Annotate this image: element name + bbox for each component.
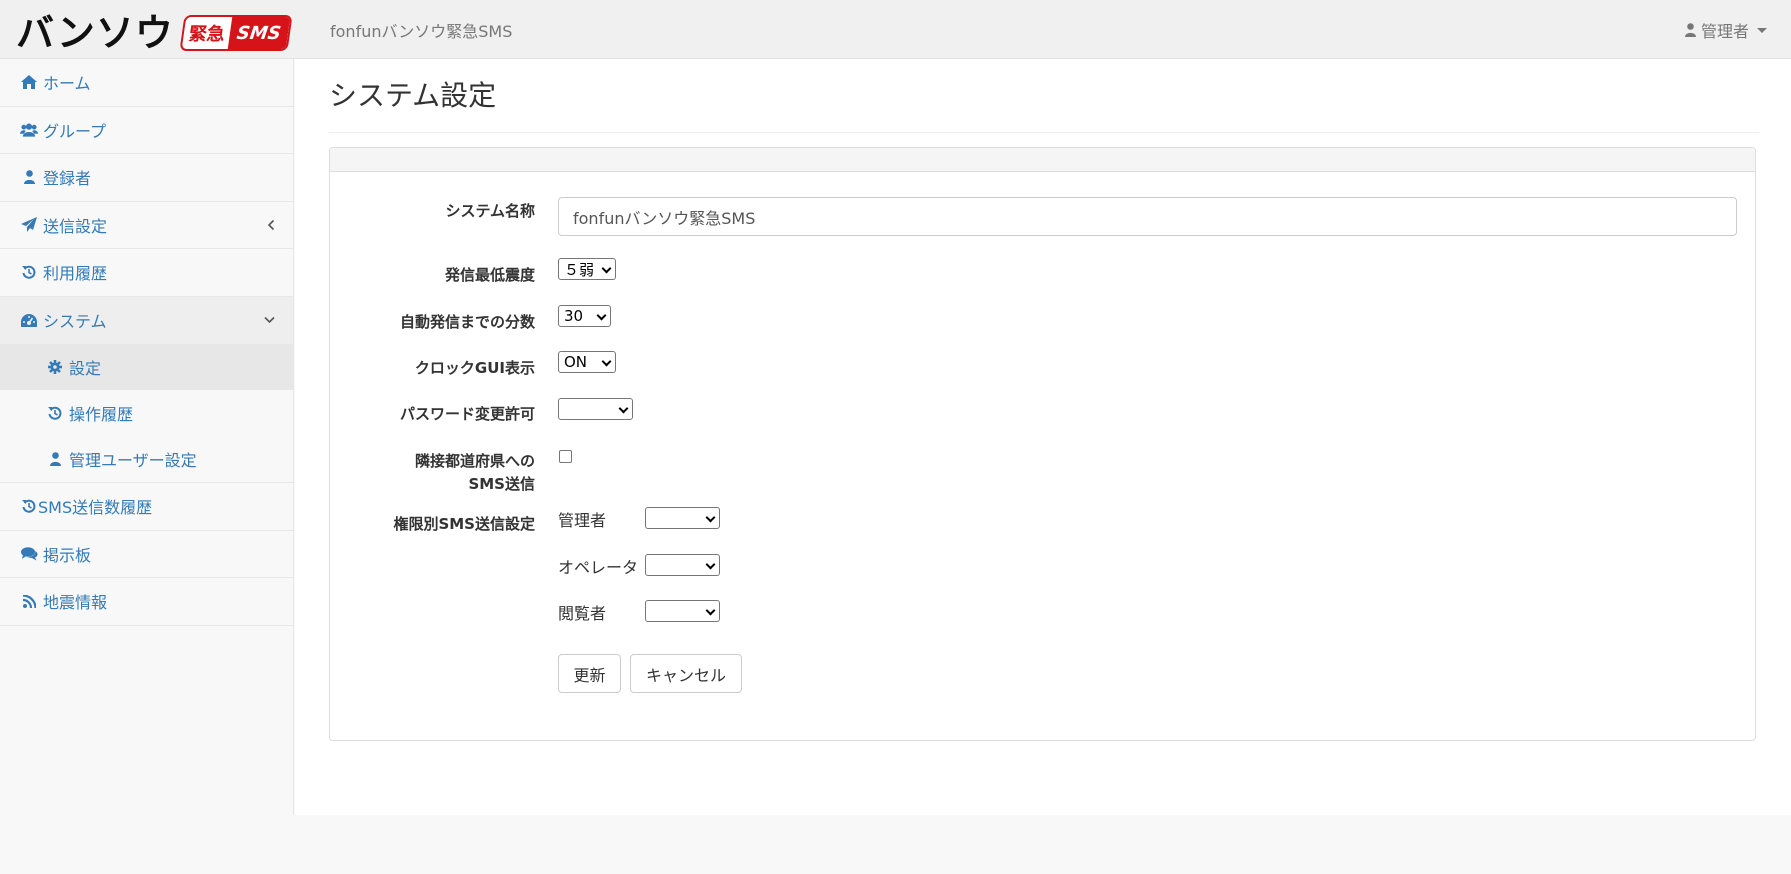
- sidebar-subitem-settings[interactable]: 設定: [0, 344, 293, 390]
- min-intensity-select[interactable]: ５弱: [558, 258, 616, 280]
- sidebar-item-label: システム: [43, 312, 107, 332]
- adjacent-sms-label-line2: SMS送信: [468, 475, 535, 493]
- password-change-select[interactable]: [558, 398, 633, 420]
- chevron-down-icon: [264, 316, 275, 324]
- sidebar-item-usage-history[interactable]: 利用履歴: [0, 249, 293, 297]
- user-icon: [20, 170, 38, 185]
- user-icon: [47, 452, 63, 466]
- sidebar-item-bulletin-board[interactable]: 掲示板: [0, 531, 293, 578]
- update-button[interactable]: 更新: [558, 654, 621, 693]
- sidebar-subitem-label: 設定: [69, 359, 102, 378]
- clock-gui-select[interactable]: ON: [558, 351, 616, 373]
- min-intensity-label: 発信最低震度: [444, 266, 535, 284]
- comments-icon: [20, 546, 38, 561]
- home-icon: [20, 75, 38, 90]
- chevron-down-icon: [705, 605, 716, 616]
- sidebar-item-label: 登録者: [43, 169, 92, 189]
- sidebar-item-label: 送信設定: [43, 216, 108, 236]
- sidebar-item-system[interactable]: システム: [0, 296, 293, 344]
- user-menu[interactable]: 管理者: [1684, 18, 1767, 42]
- cancel-button[interactable]: キャンセル: [630, 654, 742, 693]
- top-navbar: バンソウ 緊急 SMS fonfunバンソウ緊急SMS 管理者: [0, 0, 1791, 59]
- chevron-down-icon: [601, 356, 612, 367]
- history-icon: [47, 406, 63, 420]
- page-title: システム設定: [329, 79, 497, 112]
- chevron-down-icon: [705, 512, 716, 523]
- auto-minutes-select[interactable]: 30: [558, 305, 611, 327]
- role-operator-label: オペレータ: [558, 558, 639, 577]
- sidebar-subitem-label: 管理ユーザー設定: [69, 451, 197, 470]
- role-admin-select[interactable]: [645, 507, 720, 529]
- chevron-down-icon: [1757, 27, 1767, 33]
- role-viewer-label: 閲覧者: [558, 604, 607, 623]
- sidebar-item-groups[interactable]: グループ: [0, 107, 293, 154]
- chevron-down-icon: [601, 263, 612, 274]
- sidebar-item-label: ホーム: [43, 74, 91, 94]
- sidebar-item-label: SMS送信数履歴: [38, 498, 153, 518]
- sidebar-item-earthquake-info[interactable]: 地震情報: [0, 578, 293, 626]
- sidebar-item-sms-count-history[interactable]: SMS送信数履歴: [0, 483, 293, 531]
- adjacent-sms-checkbox[interactable]: [559, 450, 572, 463]
- history-icon: [20, 499, 38, 513]
- settings-panel: システム名称 fonfunバンソウ緊急SMS 発信最低震度 ５弱 自動発信までの…: [329, 147, 1756, 741]
- sidebar-item-label: 地震情報: [43, 593, 108, 613]
- history-icon: [20, 265, 38, 279]
- sidebar-item-label: グループ: [43, 121, 107, 141]
- sidebar-item-home[interactable]: ホーム: [0, 59, 293, 107]
- chevron-down-icon: [705, 559, 716, 570]
- chevron-left-icon: [267, 219, 275, 230]
- select-value: ５弱: [564, 260, 595, 279]
- rss-icon: [20, 594, 38, 608]
- select-value: 30: [564, 307, 584, 325]
- app-title[interactable]: fonfunバンソウ緊急SMS: [330, 18, 512, 42]
- select-value: ON: [564, 353, 588, 371]
- main-content: システム設定 システム名称 fonfunバンソウ緊急SMS 発信最低震度 ５弱 …: [295, 59, 1791, 815]
- sidebar: ホーム グループ 登録者 送信設定 利用履歴 システム 設定 操作履歴 管理ユー…: [0, 59, 294, 815]
- gear-icon: [47, 360, 63, 374]
- page-header: システム設定: [329, 69, 1759, 133]
- sidebar-subitem-label: 操作履歴: [69, 405, 134, 424]
- password-change-label: パスワード変更許可: [399, 405, 535, 423]
- user-name: 管理者: [1700, 22, 1749, 41]
- adjacent-sms-label: 隣接都道府県への SMS送信: [330, 450, 535, 496]
- clock-gui-label: クロックGUI表示: [414, 359, 535, 377]
- logo-badge: 緊急 SMS: [179, 15, 293, 51]
- brand-logo[interactable]: バンソウ 緊急 SMS: [16, 11, 293, 55]
- users-icon: [20, 123, 38, 137]
- chevron-down-icon: [596, 310, 607, 321]
- sidebar-group-system: システム 設定 操作履歴 管理ユーザー設定: [0, 296, 293, 483]
- system-name-input[interactable]: fonfunバンソウ緊急SMS: [558, 197, 1737, 236]
- sidebar-item-send-settings[interactable]: 送信設定: [0, 202, 293, 249]
- paper-plane-icon: [20, 217, 38, 233]
- logo-badge-kanji: 緊急: [181, 17, 233, 49]
- auto-minutes-label: 自動発信までの分数: [399, 313, 535, 331]
- sidebar-item-label: 利用履歴: [43, 264, 108, 284]
- logo-text: バンソウ: [16, 11, 174, 55]
- sidebar-subitem-operation-history[interactable]: 操作履歴: [0, 390, 293, 436]
- role-operator-select[interactable]: [645, 554, 720, 576]
- sidebar-item-label: 掲示板: [43, 545, 92, 565]
- role-viewer-select[interactable]: [645, 600, 720, 622]
- user-icon: [1684, 23, 1696, 37]
- sidebar-subitem-admin-users[interactable]: 管理ユーザー設定: [0, 436, 293, 482]
- chevron-down-icon: [618, 403, 629, 414]
- role-sms-label: 権限別SMS送信設定: [393, 515, 535, 533]
- adjacent-sms-label-line1: 隣接都道府県への: [414, 452, 535, 470]
- dashboard-icon: [20, 313, 38, 327]
- logo-badge-sms: SMS: [227, 17, 290, 49]
- panel-heading: [330, 148, 1755, 172]
- role-admin-label: 管理者: [558, 511, 607, 530]
- sidebar-item-registrants[interactable]: 登録者: [0, 154, 293, 202]
- system-name-label: システム名称: [445, 202, 535, 220]
